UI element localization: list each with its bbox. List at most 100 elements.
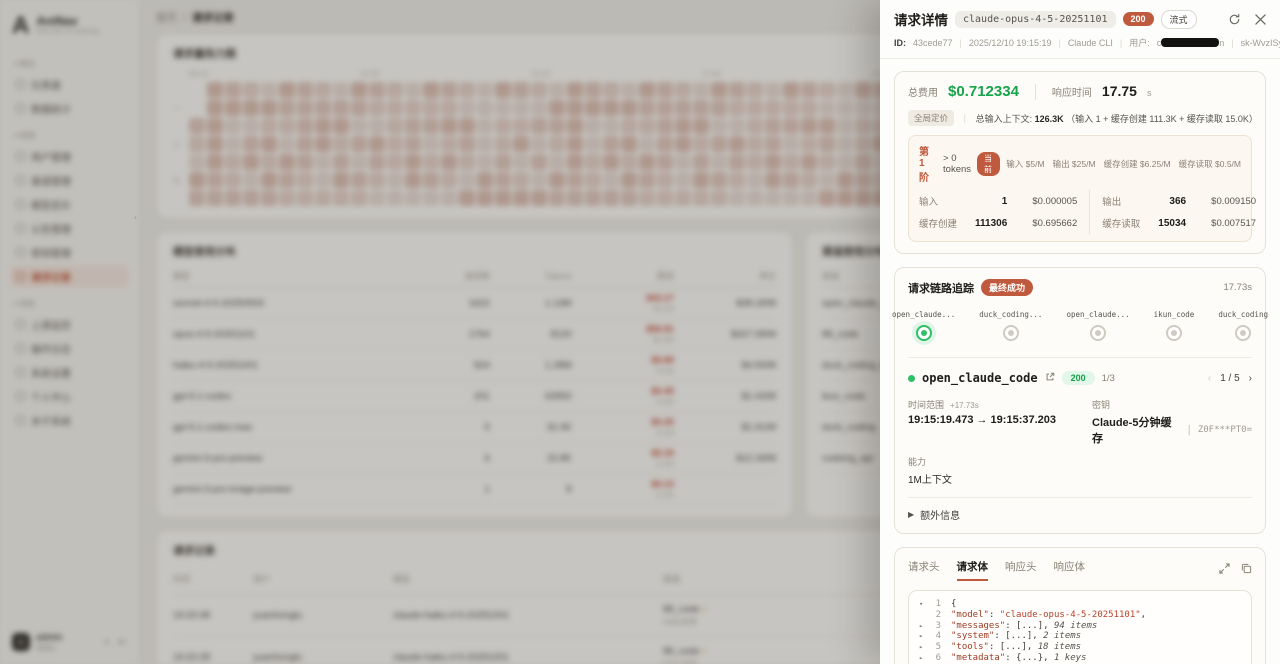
status-badge: 200	[1123, 12, 1154, 26]
client-name: Claude CLI	[1068, 38, 1113, 48]
code-line: 2"model": "claude-opus-4-5-20251101",	[919, 610, 1241, 621]
token-usage-cell: 缓存读取15034$0.007517	[1089, 212, 1256, 234]
fold-toggle-icon[interactable]: ▸	[919, 621, 929, 632]
tier-range: > 0 tokens	[943, 153, 971, 175]
pager-next-icon[interactable]: ›	[1249, 373, 1252, 384]
key-label: 密钥	[1092, 398, 1110, 411]
trace-node-label: duck_coding...	[979, 310, 1042, 319]
selected-channel-name: open_claude_code	[922, 371, 1038, 385]
model-chip: claude-opus-4-5-20251101	[955, 11, 1116, 28]
total-cost-label: 总费用	[908, 84, 938, 99]
time-delta: +17.73s	[950, 401, 979, 410]
user-label: 用户:	[1129, 36, 1150, 49]
api-key-masked: sk-WvzISy4...uwgB	[1241, 38, 1280, 48]
total-cost-value: $0.712334	[948, 83, 1019, 100]
pager-position: 1 / 5	[1220, 373, 1239, 384]
channel-status-badge: 200	[1062, 371, 1095, 385]
line-number: 2	[929, 610, 941, 621]
tier-rate: 输出 $25/M	[1053, 158, 1096, 170]
tier-rates: 输入 $5/M 输出 $25/M 缓存创建 $6.25/M 缓存读取 $0.5/M	[1006, 158, 1241, 170]
token-count: 1	[975, 196, 1007, 207]
fold-toggle-icon[interactable]: ▾	[919, 599, 929, 610]
tab-请求体[interactable]: 请求体	[957, 559, 989, 581]
line-number: 6	[929, 653, 941, 664]
code-line: ▸4"system": [...], 2 items	[919, 631, 1241, 642]
request-detail-drawer: 请求详情 claude-opus-4-5-20251101 200 流式 ID:…	[880, 0, 1280, 664]
fold-toggle-icon[interactable]: ▸	[919, 631, 929, 642]
extra-info-toggle[interactable]: ▶ 额外信息	[908, 497, 1252, 522]
trace-node-dot-icon	[1003, 325, 1019, 341]
trace-node-label: duck_coding	[1218, 310, 1268, 319]
line-number: 1	[929, 599, 941, 610]
expand-triangle-icon: ▶	[908, 510, 914, 519]
token-usage-cell: 缓存创建111306$0.695662	[919, 212, 1089, 234]
trace-duration: 17.73s	[1223, 282, 1252, 293]
request-body-json[interactable]: ▾1{2"model": "claude-opus-4-5-20251101",…	[908, 590, 1252, 664]
trace-node-label: open_claude...	[892, 310, 955, 319]
time-range-label: 时间范围	[908, 398, 944, 411]
token-count: 366	[1158, 196, 1186, 207]
cost-card: 总费用 $0.712334 响应时间 17.75 s 全局定价 ❘ 总输入上下文…	[894, 71, 1266, 254]
refresh-icon[interactable]	[1228, 13, 1241, 26]
latency-value: 17.75	[1102, 83, 1137, 99]
capability-value: 1M上下文	[908, 471, 1092, 486]
token-usage-cell: 输入1$0.000005	[919, 190, 1089, 212]
context-summary: 总输入上下文: 126.3K （输入 1 + 缓存创建 111.3K + 缓存读…	[976, 112, 1258, 125]
code-line: ▸5"tools": [...], 18 items	[919, 642, 1241, 653]
extra-info-label: 额外信息	[920, 507, 960, 522]
pricing-mode-badge: 全局定价	[908, 110, 954, 126]
fold-toggle-icon[interactable]: ▸	[919, 642, 929, 653]
tab-响应头[interactable]: 响应头	[1005, 559, 1037, 581]
trace-node-label: open_claude...	[1066, 310, 1129, 319]
request-meta-row: ID: 43cede77 | 2025/12/10 19:15:19 | Cla…	[880, 29, 1280, 59]
close-icon[interactable]	[1255, 14, 1266, 25]
latency-label: 响应时间	[1052, 84, 1092, 99]
fold-toggle-icon	[919, 610, 929, 621]
sidebar-edge-toggle[interactable]: ‹	[134, 212, 137, 222]
time-range-value: 19:15:19.473 → 19:15:37.203	[908, 414, 1092, 426]
token-type-label: 缓存创建	[919, 216, 969, 230]
token-cost: $0.007517	[1192, 218, 1256, 229]
pager-prev-icon[interactable]: ‹	[1208, 373, 1211, 384]
copy-icon[interactable]	[1241, 561, 1252, 579]
tier-rate: 缓存创建 $6.25/M	[1104, 158, 1171, 170]
trace-node-dot-icon	[1090, 325, 1106, 341]
trace-node[interactable]: open_claude...	[1066, 310, 1129, 341]
tab-响应体[interactable]: 响应体	[1054, 559, 1086, 581]
expand-icon[interactable]	[1219, 561, 1230, 579]
current-tier-badge: 当前	[977, 152, 1000, 176]
line-number: 3	[929, 621, 941, 632]
token-count: 15034	[1158, 218, 1186, 229]
code-line: ▸3"messages": [...], 94 items	[919, 621, 1241, 632]
tab-请求头[interactable]: 请求头	[908, 559, 940, 581]
tier-rate: 缓存读取 $0.5/M	[1179, 158, 1241, 170]
request-time: 2025/12/10 19:15:19	[969, 38, 1052, 48]
drawer-title: 请求详情	[894, 9, 948, 29]
fold-toggle-icon[interactable]: ▸	[919, 653, 929, 664]
user-value: cn	[1157, 38, 1225, 48]
token-type-label: 输出	[1102, 194, 1152, 208]
pricing-tier-box: 第 1 阶 > 0 tokens 当前 输入 $5/M输出 $25/M缓存创建 …	[908, 135, 1252, 242]
token-cost: $0.695662	[1013, 218, 1077, 229]
line-number: 4	[929, 631, 941, 642]
code-line: ▾1{	[919, 599, 1241, 610]
line-number: 5	[929, 642, 941, 653]
trace-node-dot-icon	[1235, 325, 1251, 341]
trace-node[interactable]: ikun_code	[1154, 310, 1195, 341]
trace-node-label: ikun_code	[1154, 310, 1195, 319]
trace-card: 请求链路追踪 最终成功 17.73s open_claude...duck_co…	[894, 267, 1266, 534]
trace-node-dot-icon	[1166, 325, 1182, 341]
trace-node[interactable]: open_claude...	[892, 310, 955, 341]
latency-unit: s	[1147, 88, 1152, 98]
token-cost: $0.009150	[1192, 196, 1256, 207]
id-label: ID:	[894, 38, 906, 48]
success-dot-icon	[908, 375, 915, 382]
tier-rate: 输入 $5/M	[1006, 158, 1044, 170]
trace-node[interactable]: duck_coding	[1218, 310, 1268, 341]
trace-node[interactable]: duck_coding...	[979, 310, 1042, 341]
token-usage-cell: 输出 366 $0.009150	[1089, 190, 1256, 212]
capability-label: 能力	[908, 455, 926, 468]
code-line: ▸6"metadata": {...}, 1 keys	[919, 653, 1241, 664]
token-type-label: 输入	[919, 194, 969, 208]
external-link-icon[interactable]	[1045, 369, 1055, 387]
